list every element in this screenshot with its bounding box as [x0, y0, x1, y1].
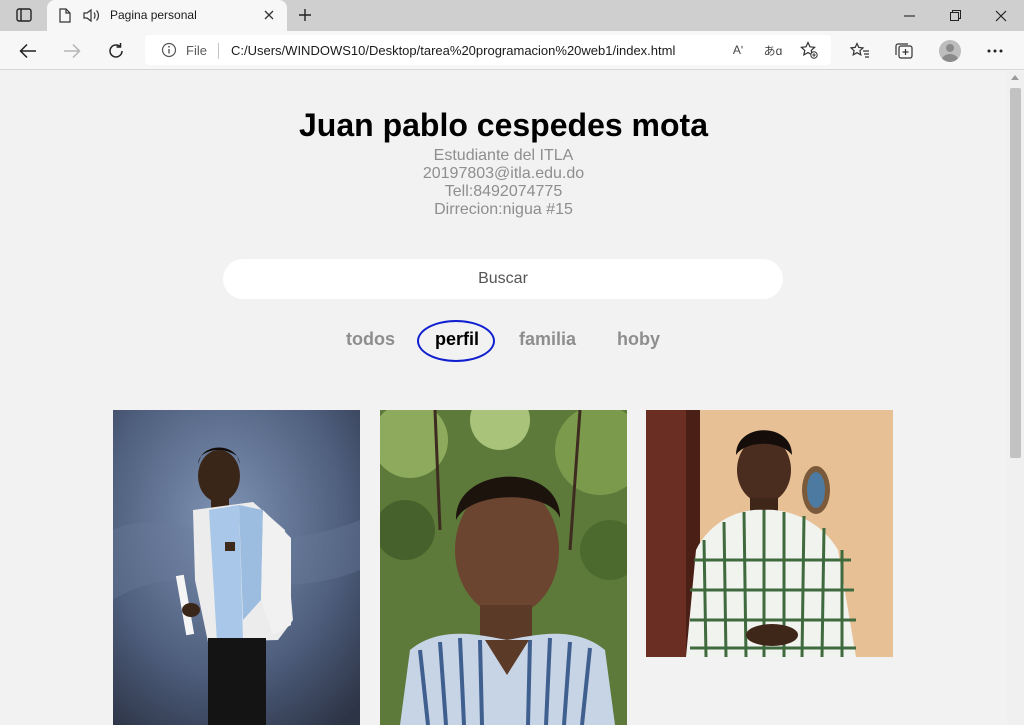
back-arrow-icon: [19, 43, 36, 59]
title-bar: Pagina personal: [0, 0, 1024, 31]
page-viewport: Juan pablo cespedes mota Estudiante del …: [0, 71, 1007, 725]
more-icon: [987, 49, 1003, 53]
info-icon[interactable]: [161, 42, 177, 63]
url-text[interactable]: C:/Users/WINDOWS10/Desktop/tarea%20progr…: [231, 43, 675, 58]
vertical-scrollbar[interactable]: [1007, 71, 1024, 725]
plus-icon: [299, 9, 311, 21]
search-input[interactable]: [223, 259, 783, 299]
photo-plaid-shirt[interactable]: [646, 410, 893, 657]
favorites-icon: [850, 42, 869, 58]
info-study: Estudiante del ITLA: [433, 147, 574, 164]
new-tab-button[interactable]: [293, 4, 317, 26]
collections-icon: [895, 43, 913, 59]
collections-button[interactable]: [890, 37, 918, 65]
active-filter-highlight: [417, 320, 495, 362]
tab-title: Pagina personal: [110, 8, 197, 22]
filter-familia[interactable]: familia: [519, 329, 576, 350]
scroll-up-arrow-icon[interactable]: [1011, 75, 1019, 80]
page-icon: [59, 8, 71, 28]
settings-menu-button[interactable]: [981, 37, 1009, 65]
profile-button[interactable]: [936, 37, 964, 65]
info-email: 20197803@itla.edu.do: [422, 165, 585, 182]
address-bar[interactable]: File C:/Users/WINDOWS10/Desktop/tarea%20…: [145, 35, 831, 65]
close-window-button[interactable]: [978, 0, 1024, 31]
read-aloud-icon[interactable]: Aʹ: [727, 40, 749, 60]
forward-button[interactable]: [58, 37, 86, 65]
photo-graduation[interactable]: [113, 410, 360, 725]
close-icon: [995, 10, 1007, 21]
scrollbar-thumb[interactable]: [1010, 88, 1021, 458]
translate-icon[interactable]: あɑ: [762, 40, 784, 60]
browser-toolbar: File C:/Users/WINDOWS10/Desktop/tarea%20…: [0, 31, 1024, 70]
refresh-button[interactable]: [102, 37, 130, 65]
restore-icon: [949, 10, 961, 21]
minimize-button[interactable]: [886, 0, 932, 31]
address-scheme-label: File: [186, 43, 207, 58]
close-tab-icon[interactable]: [261, 7, 277, 23]
photo-selfie[interactable]: [380, 410, 627, 725]
profile-icon: [939, 40, 961, 62]
tab-actions-icon[interactable]: [8, 4, 40, 26]
page-title: Juan pablo cespedes mota: [298, 107, 708, 143]
info-address: Dirrecion:nigua #15: [434, 201, 573, 218]
info-phone: Tell:8492074775: [444, 183, 563, 200]
star-add-icon[interactable]: [798, 40, 820, 60]
back-button[interactable]: [14, 37, 42, 65]
favorites-button[interactable]: [846, 37, 874, 65]
refresh-icon: [109, 43, 123, 58]
filter-todos[interactable]: todos: [346, 329, 395, 350]
speaker-icon[interactable]: [83, 8, 101, 28]
address-separator: [218, 43, 219, 59]
filter-hoby[interactable]: hoby: [617, 329, 660, 350]
restore-button[interactable]: [932, 0, 978, 31]
forward-arrow-icon: [64, 43, 81, 59]
minimize-icon: [903, 14, 915, 17]
browser-tab[interactable]: Pagina personal: [47, 0, 287, 31]
